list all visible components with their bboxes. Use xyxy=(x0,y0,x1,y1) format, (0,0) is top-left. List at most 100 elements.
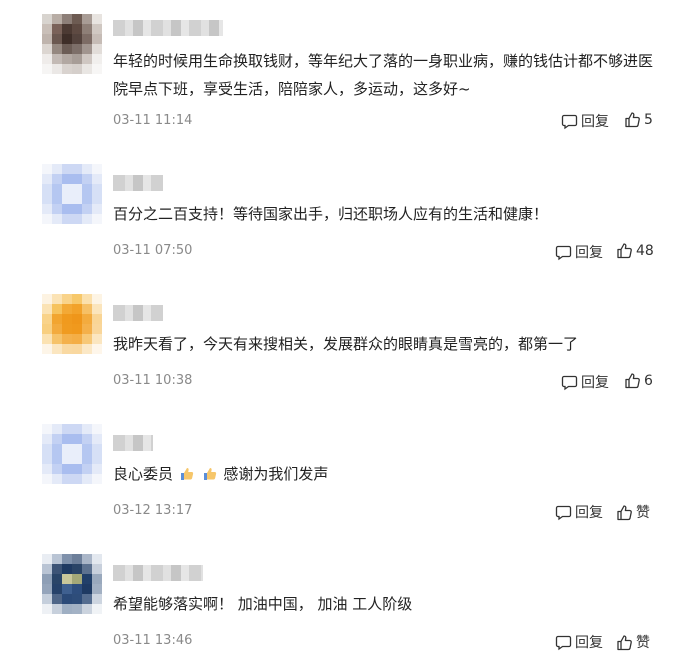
thumbs-up-icon xyxy=(625,373,640,389)
avatar[interactable] xyxy=(42,554,102,614)
avatar-pixel xyxy=(52,344,62,354)
avatar-pixel xyxy=(62,64,72,74)
avatar-pixel xyxy=(62,214,72,224)
avatar-pixel xyxy=(92,584,102,594)
avatar-pixel xyxy=(92,194,102,204)
username[interactable] xyxy=(113,565,203,581)
avatar-pixel xyxy=(82,14,92,24)
avatar[interactable] xyxy=(42,424,102,484)
like-button[interactable]: 赞 xyxy=(616,632,650,652)
avatar-pixel xyxy=(82,184,92,194)
avatar-pixel xyxy=(72,184,82,194)
comment-text: 百分之二百支持！等待国家出手，归还职场人应有的生活和健康！ xyxy=(113,205,549,223)
avatar-pixel xyxy=(82,294,92,304)
avatar-pixel xyxy=(52,554,62,564)
avatar-pixel xyxy=(52,34,62,44)
avatar-pixel xyxy=(72,64,82,74)
avatar[interactable] xyxy=(42,164,102,224)
reply-button[interactable]: 回复 xyxy=(555,632,603,652)
avatar-pixel xyxy=(72,174,82,184)
avatar-pixel xyxy=(72,304,82,314)
avatar-pixel xyxy=(72,604,82,614)
like-button[interactable]: 5 xyxy=(624,111,653,128)
reply-button[interactable]: 回复 xyxy=(555,242,603,262)
comment-item: 希望能够落实啊！ 加油中国， 加油 工人阶级 03-11 13:46 回复 赞 xyxy=(0,540,700,670)
username[interactable] xyxy=(113,175,163,191)
avatar-pixel xyxy=(42,434,52,444)
avatar-pixel xyxy=(82,564,92,574)
avatar-pixel xyxy=(52,294,62,304)
avatar-pixel xyxy=(72,294,82,304)
avatar-pixel xyxy=(52,464,62,474)
avatar-pixel xyxy=(92,474,102,484)
comment-text: 我昨天看了，今天有来搜相关，发展群众的眼睛真是雪亮的，都第一了 xyxy=(113,335,579,353)
reply-button[interactable]: 回复 xyxy=(561,372,609,392)
avatar-pixel xyxy=(42,574,52,584)
avatar-pixel xyxy=(52,14,62,24)
avatar-pixel xyxy=(42,454,52,464)
reply-button[interactable]: 回复 xyxy=(555,502,603,522)
comment-text: 年轻的时候用生命换取钱财，等年纪大了落的一身职业病，赚的钱估计都不够进医院早点下… xyxy=(113,52,654,98)
avatar-pixel xyxy=(52,304,62,314)
avatar-pixel xyxy=(52,194,62,204)
avatar-pixel xyxy=(92,24,102,34)
avatar-pixel xyxy=(52,454,62,464)
avatar-pixel xyxy=(62,304,72,314)
avatar-pixel xyxy=(42,424,52,434)
avatar-pixel xyxy=(52,184,62,194)
avatar-pixel xyxy=(42,194,52,204)
like-button[interactable]: 6 xyxy=(624,372,653,389)
avatar-pixel xyxy=(92,204,102,214)
avatar-pixel xyxy=(42,334,52,344)
avatar-pixel xyxy=(92,424,102,434)
avatar-pixel xyxy=(62,604,72,614)
avatar-pixel xyxy=(92,34,102,44)
like-button[interactable]: 赞 xyxy=(616,502,650,522)
avatar-pixel xyxy=(72,434,82,444)
comment-icon xyxy=(561,375,578,390)
avatar-pixel xyxy=(72,24,82,34)
comment-text-head: 良心委员 xyxy=(113,465,174,483)
comment-text-tail: 感谢为我们发声 xyxy=(223,465,329,483)
avatar-pixel xyxy=(52,54,62,64)
like-label: 赞 xyxy=(636,505,650,521)
avatar-pixel xyxy=(52,204,62,214)
username[interactable] xyxy=(113,305,163,321)
avatar-pixel xyxy=(42,594,52,604)
avatar-pixel xyxy=(92,294,102,304)
comment-time: 03-11 10:38 xyxy=(113,373,193,388)
avatar-pixel xyxy=(82,344,92,354)
avatar-pixel xyxy=(72,344,82,354)
reply-button[interactable]: 回复 xyxy=(561,111,609,131)
avatar-pixel xyxy=(62,194,72,204)
avatar-pixel xyxy=(42,204,52,214)
comment-time: 03-11 07:50 xyxy=(113,243,193,258)
avatar-pixel xyxy=(42,34,52,44)
avatar-pixel xyxy=(72,584,82,594)
username[interactable] xyxy=(113,435,153,451)
avatar-pixel xyxy=(42,474,52,484)
like-button[interactable]: 48 xyxy=(616,242,654,259)
avatar-pixel xyxy=(42,554,52,564)
avatar[interactable] xyxy=(42,14,102,74)
avatar-pixel xyxy=(82,434,92,444)
avatar-pixel xyxy=(82,34,92,44)
avatar-pixel xyxy=(52,64,62,74)
avatar-pixel xyxy=(62,164,72,174)
avatar-pixel xyxy=(72,464,82,474)
avatar-pixel xyxy=(92,44,102,54)
avatar-pixel xyxy=(62,584,72,594)
avatar-pixel xyxy=(72,564,82,574)
avatar-pixel xyxy=(62,314,72,324)
comment-time: 03-11 11:14 xyxy=(113,113,193,128)
avatar-pixel xyxy=(42,294,52,304)
avatar-pixel xyxy=(42,584,52,594)
avatar-pixel xyxy=(62,324,72,334)
thumbs-up-icon xyxy=(617,634,632,650)
avatar-pixel xyxy=(52,564,62,574)
avatar-pixel xyxy=(62,204,72,214)
avatar-pixel xyxy=(72,424,82,434)
comment-item: 年轻的时候用生命换取钱财，等年纪大了落的一身职业病，赚的钱估计都不够进医院早点下… xyxy=(0,0,700,130)
username[interactable] xyxy=(113,20,223,36)
avatar[interactable] xyxy=(42,294,102,354)
